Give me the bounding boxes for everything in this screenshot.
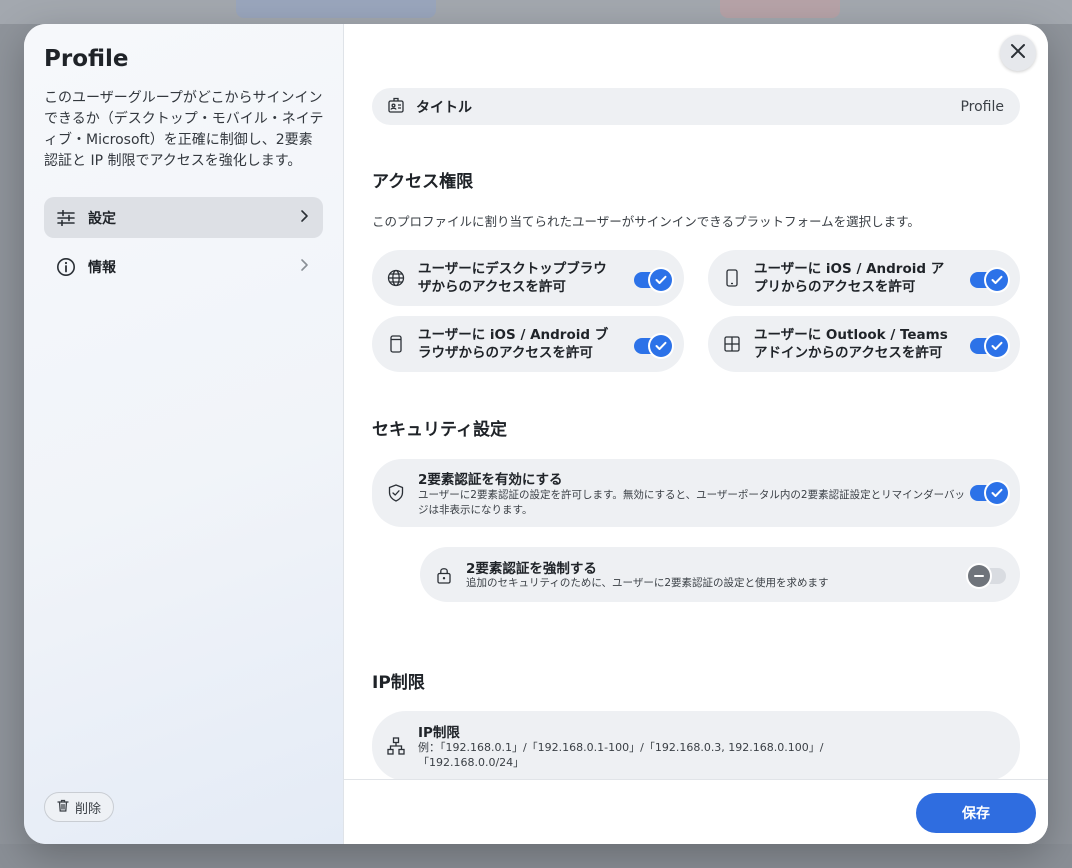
two-factor-title: 2要素認証を有効にする [418,472,563,488]
dialog-description: このユーザーグループがどこからサインインできるか（デスクトップ・モバイル・ネイテ… [44,90,324,169]
sliders-icon [56,208,76,228]
minus-icon [968,565,990,587]
grid-icon [722,334,742,354]
ip-heading: IP制限 [372,673,425,693]
chevron-right-icon [299,257,309,276]
lock-icon [434,565,454,585]
network-icon [386,736,406,756]
security-heading: セキュリティ設定 [372,420,507,440]
delete-button[interactable]: 削除 [44,792,115,822]
access-item-mobile-browser: ユーザーに iOS / Android ブラウザからのアクセスを許可 [372,316,684,372]
close-icon [1010,43,1026,63]
enforce-two-factor-card: 2要素認証を強制する 追加のセキュリティのために、ユーザーに2要素認証の設定と使… [420,547,1020,602]
background-tab [720,0,840,18]
sidebar-item-info[interactable]: 情報 [44,246,323,287]
two-factor-toggle[interactable] [970,482,1008,504]
sidebar-item-label: 情報 [88,259,116,276]
check-icon [986,269,1008,291]
enforce-two-factor-description: 追加のセキュリティのために、ユーザーに2要素認証の設定と使用を求めます [466,577,829,589]
access-item-label: ユーザーにデスクトップブラウザからのアクセスを許可 [418,261,607,295]
access-subtitle: このプロファイルに割り当てられたユーザーがサインインできるプラットフォームを選択… [372,214,920,229]
access-heading: アクセス権限 [372,172,474,192]
chevron-right-icon [299,208,309,227]
mobile-browser-icon [386,334,406,354]
ip-restriction-title: IP制限 [418,725,460,741]
info-icon [56,257,76,277]
access-toggle[interactable] [970,269,1008,291]
id-card-icon [388,97,404,117]
sidebar-item-label: 設定 [88,210,116,227]
delete-label: 削除 [75,801,102,817]
background-tab [236,0,436,18]
sidebar-item-settings[interactable]: 設定 [44,197,323,238]
access-toggle[interactable] [634,335,672,357]
dialog-footer: 保存 [344,779,1048,844]
ip-restriction-card[interactable]: IP制限 例：「192.168.0.1」/「192.168.0.1-100」/「… [372,711,1020,781]
main-panel: タイトル Profile アクセス権限 このプロファイルに割り当てられたユーザー… [344,24,1048,844]
check-icon [986,335,1008,357]
access-toggle[interactable] [634,269,672,291]
globe-icon [386,268,406,288]
dialog-title: Profile [44,46,129,72]
two-factor-description: ユーザーに2要素認証の設定を許可します。無効にすると、ユーザーポータル内の2要素… [418,489,965,516]
access-item-label: ユーザーに iOS / Android ブラウザからのアクセスを許可 [418,327,609,361]
shield-check-icon [386,483,406,503]
background-app-bar [0,0,1072,24]
save-button[interactable]: 保存 [916,793,1036,833]
access-item-label: ユーザーに Outlook / Teams アドインからのアクセスを許可 [754,327,948,361]
check-icon [986,482,1008,504]
enforce-two-factor-toggle[interactable] [968,565,1006,587]
title-field-value: Profile [960,98,1004,115]
phone-icon [722,268,742,288]
background-footer [0,844,1072,868]
access-item-mobile-app: ユーザーに iOS / Android アプリからのアクセスを許可 [708,250,1020,306]
title-field[interactable]: タイトル Profile [372,88,1020,125]
access-item-office-addin: ユーザーに Outlook / Teams アドインからのアクセスを許可 [708,316,1020,372]
access-item-desktop-browser: ユーザーにデスクトップブラウザからのアクセスを許可 [372,250,684,306]
ip-restriction-example: 例：「192.168.0.1」/「192.168.0.1-100」/「192.1… [418,741,824,769]
close-button[interactable] [1000,35,1036,71]
access-item-label: ユーザーに iOS / Android アプリからのアクセスを許可 [754,261,945,295]
trash-icon [57,799,69,816]
enforce-two-factor-title: 2要素認証を強制する [466,561,597,577]
two-factor-card: 2要素認証を有効にする ユーザーに2要素認証の設定を許可します。無効にすると、ユ… [372,459,1020,527]
sidebar: Profile このユーザーグループがどこからサインインできるか（デスクトップ・… [24,24,344,844]
check-icon [650,335,672,357]
title-field-label: タイトル [416,99,472,116]
check-icon [650,269,672,291]
profile-dialog: Profile このユーザーグループがどこからサインインできるか（デスクトップ・… [24,24,1048,844]
access-toggle[interactable] [970,335,1008,357]
